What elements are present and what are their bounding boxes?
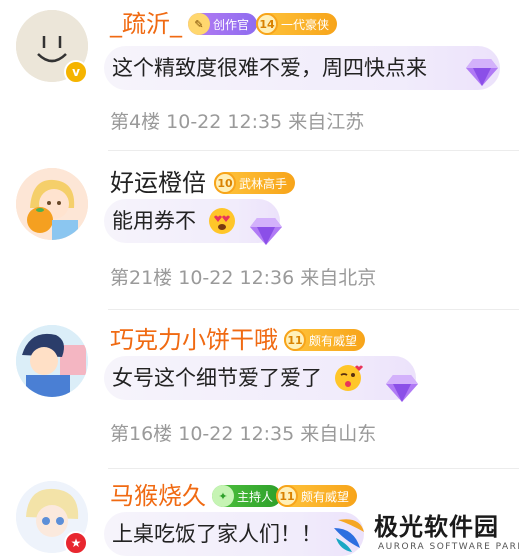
verified-vip-icon: v [64,60,88,84]
host-icon: ✦ [212,485,234,507]
badge-label: 主持人 [237,489,274,504]
badge-label: 武林高手 [239,176,288,191]
level-number: 11 [276,485,298,507]
badge-label: 创作官 [213,17,250,32]
comment-bubble[interactable]: 女号这个细节爱了爱了 [104,356,416,400]
diamond-icon [466,59,498,86]
badge-host[interactable]: ✦ 主持人 [212,485,282,507]
diamond-icon [250,218,282,245]
anime-girl-avatar-image [16,168,88,240]
comment-meta: 第16楼 10-22 12:35 来自山东 [110,422,376,446]
watermark-title: 极光软件园 [374,513,499,541]
comment-item: 好运橙倍 10 武林高手 能用券不 第21楼 10-22 12:36 来自北京 [0,151,519,309]
pen-icon: ✎ [188,13,210,35]
badge-level[interactable]: 11 颇有威望 [276,485,358,507]
aurora-logo-icon [334,519,364,552]
level-number: 10 [214,172,236,194]
watermark: 极光软件园 AURORA SOFTWARE PARK [322,512,519,558]
badge-level[interactable]: 11 颇有威望 [284,329,366,351]
avatar[interactable] [16,168,88,240]
star-badge-icon: ★ [64,531,88,555]
floor-number: 第4楼 [110,111,161,133]
floor-number: 第21楼 [110,267,173,289]
avatar[interactable] [16,325,88,397]
comment-meta: 第4楼 10-22 12:35 来自江苏 [110,110,364,134]
level-number: 14 [256,13,278,35]
location: 来自北京 [300,267,377,289]
timestamp: 10-22 12:36 [178,267,295,289]
level-number: 11 [284,329,306,351]
comment-meta: 第21楼 10-22 12:36 来自北京 [110,266,376,290]
badge-level[interactable]: 10 武林高手 [214,172,296,194]
badge-label: 一代豪侠 [281,17,330,32]
location: 来自山东 [300,423,377,445]
location: 来自江苏 [288,111,365,133]
timestamp: 10-22 12:35 [166,111,283,133]
cartoon-boy-avatar-image [16,325,88,397]
username[interactable]: 马猴烧久 [110,481,206,511]
watermark-subtitle: AURORA SOFTWARE PARK [378,542,519,552]
comment-text: 女号这个细节爱了爱了 [112,366,322,390]
badge-label: 颇有威望 [301,489,350,504]
comment-text: 上桌吃饭了家人们！！ [112,522,322,546]
floor-number: 第16楼 [110,423,173,445]
username[interactable]: 巧克力小饼干哦 [110,325,278,355]
comment-text: 这个精致度很难不爱，周四快点来 [112,56,427,80]
username[interactable]: _疏沂_ [110,9,182,39]
timestamp: 10-22 12:35 [178,423,295,445]
badge-level[interactable]: 14 一代豪侠 [256,13,338,35]
username[interactable]: 好运橙倍 [110,168,206,198]
badge-label: 颇有威望 [309,333,358,348]
comment-bubble[interactable]: 这个精致度很难不爱，周四快点来 [104,46,500,90]
comment-item: v _疏沂_ ✎ 创作官 14 一代豪侠 这个精致度很难不爱，周四快点来 第4楼… [0,0,519,150]
comment-item: 巧克力小饼干哦 11 颇有威望 女号这个细节爱了爱了 第16楼 10-22 12… [0,310,519,468]
badge-creator[interactable]: ✎ 创作官 [188,13,258,35]
kiss-emoji-icon [334,365,363,391]
comment-text: 能用券不 [112,209,196,233]
heart-eyes-emoji-icon [208,208,235,234]
diamond-icon [386,375,418,402]
